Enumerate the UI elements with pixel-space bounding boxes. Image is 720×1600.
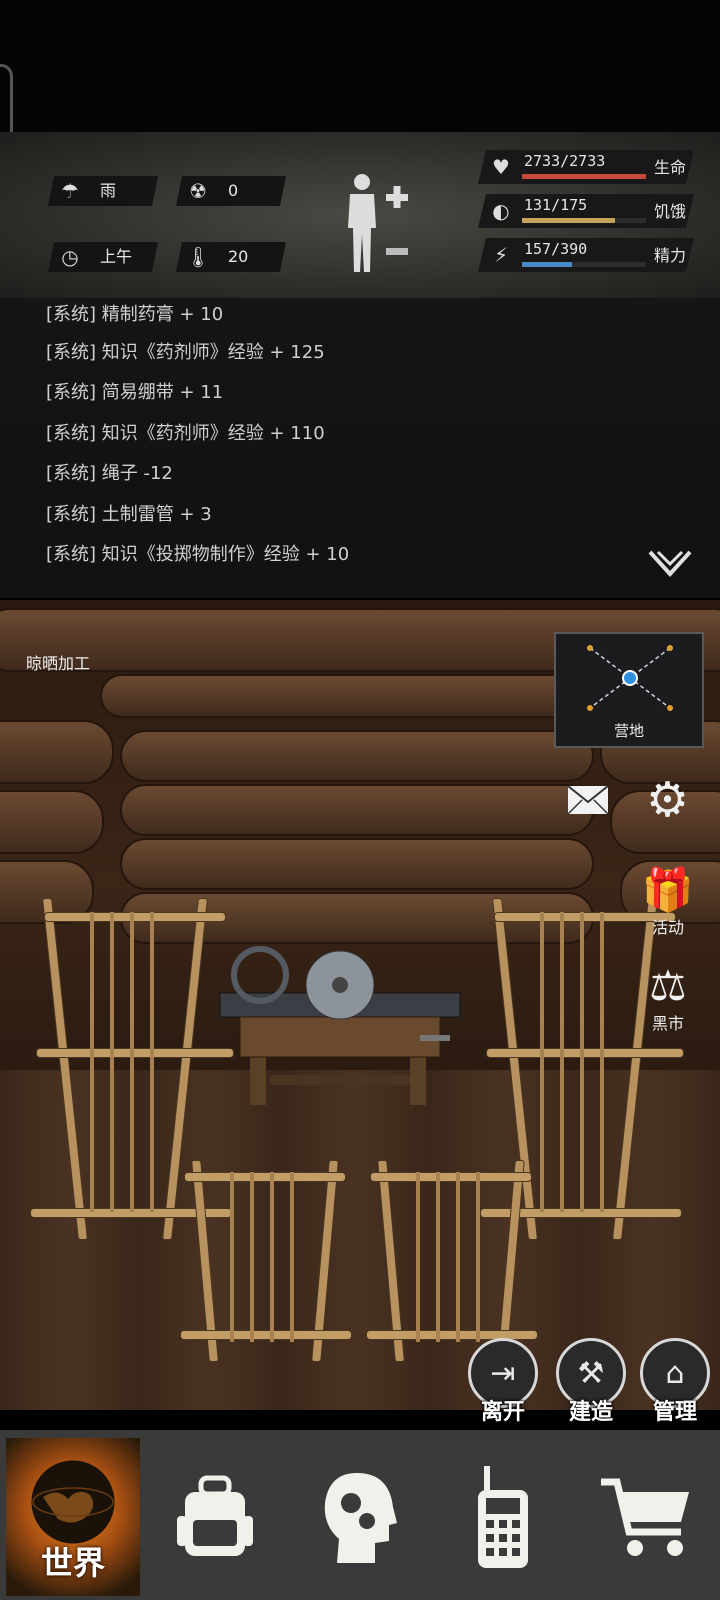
top-bar: [0, 0, 720, 132]
clock-icon: ◷: [61, 245, 79, 269]
black-market-label: 黑市: [651, 1014, 684, 1033]
minimap-label: 营地: [613, 722, 644, 740]
bottom-nav: 世界: [0, 1430, 720, 1600]
temperature-indicator: 🌡 20: [176, 242, 286, 272]
heart-pulse-icon: ♥: [492, 155, 510, 179]
nav-world-label: 世界: [40, 1544, 105, 1582]
weather-value: 雨: [100, 181, 117, 200]
expand-log-button[interactable]: [646, 546, 694, 584]
black-market-button[interactable]: ⚖ 黑市: [640, 962, 696, 1034]
nav-inventory-tab[interactable]: [148, 1438, 282, 1596]
side-log: [0, 790, 104, 854]
leave-label: 离开: [480, 1400, 525, 1425]
wall-log: [120, 784, 594, 836]
time-value: 上午: [100, 247, 133, 266]
rain-cloud-icon: ☂: [61, 179, 79, 203]
log-line: [系统] 知识《药剂师》经验 + 125: [46, 342, 325, 363]
nav-shop-tab[interactable]: [580, 1438, 714, 1596]
build-label: 建造: [568, 1400, 613, 1425]
radiation-indicator: ☢ 0: [176, 176, 286, 206]
health-bar: [522, 174, 646, 179]
side-log: [0, 720, 114, 784]
walkie-talkie-icon: [478, 1466, 528, 1568]
weather-indicator: ☂ 雨: [48, 176, 158, 206]
saw-workbench[interactable]: [210, 945, 470, 1105]
thermometer-icon: 🌡: [185, 245, 211, 269]
wall-log: [120, 730, 594, 782]
status-panel: ☂ 雨 ☢ 0 ◷ 上午 🌡 20 ♥ 2733/2733 生命 ◐ 131/1…: [0, 132, 720, 300]
body-status-button[interactable]: [340, 172, 420, 276]
nav-world-tab[interactable]: 世界: [6, 1438, 140, 1596]
gear-icon: ⚙: [646, 772, 690, 828]
radiation-icon: ☢: [189, 179, 207, 203]
health-value: 2733/2733: [524, 152, 606, 170]
backpack-icon: [177, 1475, 253, 1556]
shopping-cart-icon: [601, 1478, 689, 1556]
drying-rack[interactable]: [180, 1160, 352, 1370]
head-gears-icon: [324, 1473, 397, 1563]
mail-icon: [567, 785, 609, 815]
radiation-value: 0: [228, 181, 239, 200]
energy-stat: ⚡ 157/390 精力: [478, 238, 694, 272]
wall-log: [120, 838, 594, 890]
activity-label: 活动: [651, 918, 684, 937]
build-button[interactable]: ⚒ 建造: [556, 1338, 626, 1425]
mail-button[interactable]: [566, 784, 610, 820]
activity-button[interactable]: 🎁 活动: [640, 866, 696, 938]
log-line: [系统] 知识《药剂师》经验 + 110: [46, 423, 325, 444]
human-body-icon: [348, 174, 408, 272]
message-log[interactable]: [系统] 精制药膏 + 10 [系统] 知识《药剂师》经验 + 125 [系统]…: [0, 298, 720, 598]
manage-button[interactable]: ⌂ 管理: [640, 1338, 710, 1425]
location-label: 晾晒加工: [26, 654, 91, 673]
energy-label: 精力: [654, 246, 687, 265]
settings-button[interactable]: ⚙: [646, 776, 689, 824]
minimap-button[interactable]: 营地: [554, 632, 704, 748]
chevron-down-icon: [648, 550, 692, 577]
hunger-bar: [522, 218, 646, 223]
log-line: [系统] 知识《投掷物制作》经验 + 10: [46, 544, 350, 565]
hunger-value: 131/175: [524, 196, 588, 214]
nav-skills-tab[interactable]: [292, 1438, 426, 1596]
energy-bar: [522, 262, 646, 267]
hunger-label: 饥饿: [654, 202, 687, 221]
log-line: [系统] 简易绷带 + 11: [46, 382, 224, 403]
stomach-icon: ◐: [492, 199, 510, 223]
health-label: 生命: [654, 158, 687, 177]
leave-button[interactable]: ⇥ 离开: [468, 1338, 538, 1425]
manage-label: 管理: [652, 1400, 697, 1425]
health-stat: ♥ 2733/2733 生命: [478, 150, 694, 184]
nav-radio-tab[interactable]: [436, 1438, 570, 1596]
log-line: [系统] 精制药膏 + 10: [46, 304, 224, 325]
globe-icon: [31, 1460, 115, 1544]
gift-icon: 🎁: [641, 865, 695, 914]
log-line: [系统] 绳子 -12: [46, 463, 173, 484]
map-network-icon: [587, 645, 673, 711]
ceiling-beam: [100, 674, 604, 718]
temperature-value: 20: [228, 247, 249, 266]
energy-head-icon: ⚡: [493, 243, 509, 267]
gavel-icon: ⚖: [649, 961, 687, 1010]
energy-value: 157/390: [524, 240, 588, 258]
time-indicator: ◷ 上午: [48, 242, 158, 272]
hunger-stat: ◐ 131/175 饥饿: [478, 194, 694, 228]
saw-workbench-graphic: [219, 946, 461, 1105]
log-line: [系统] 土制雷管 + 3: [46, 504, 212, 525]
